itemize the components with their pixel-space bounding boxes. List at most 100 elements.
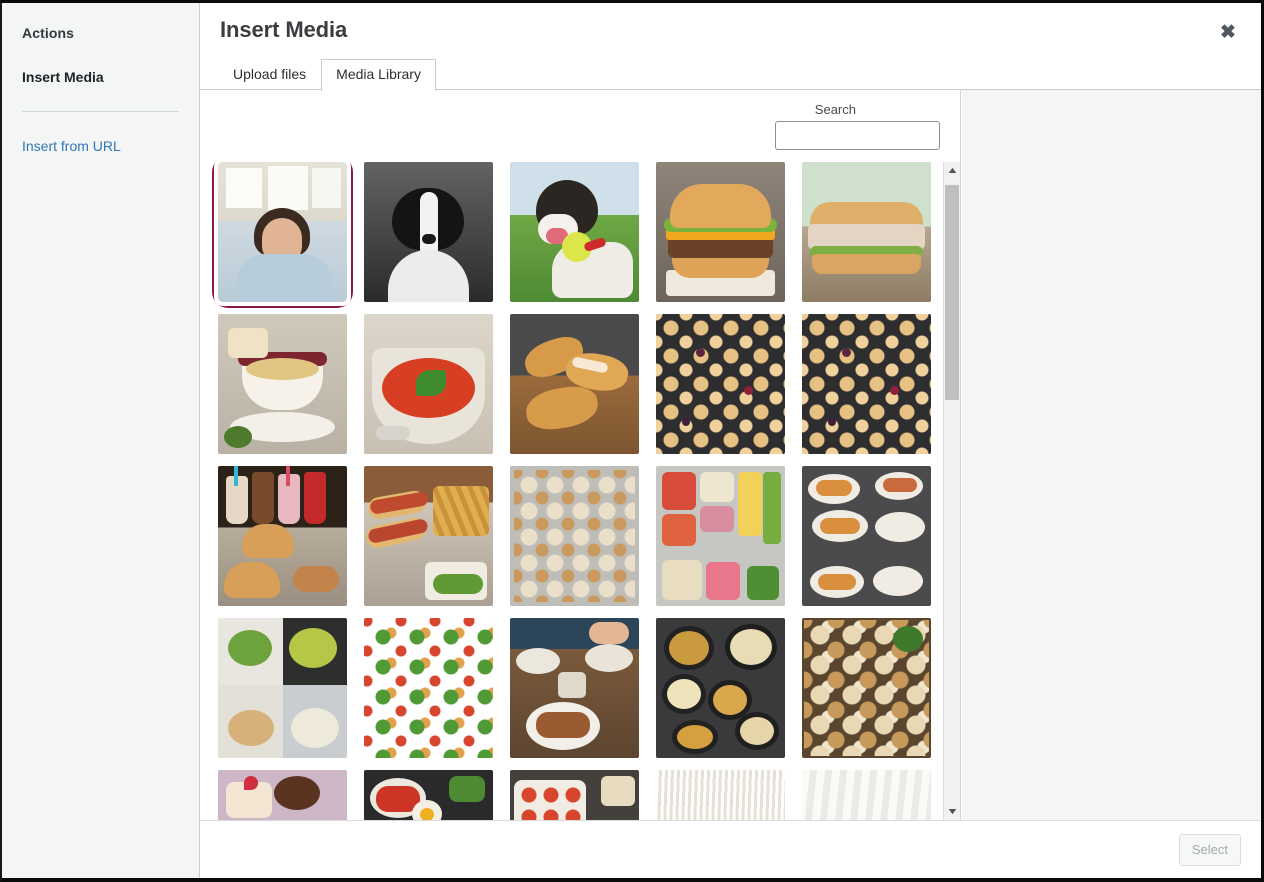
art-part: [662, 560, 702, 600]
media-thumbnail: [802, 314, 931, 454]
art-part: [433, 486, 489, 536]
dessert-cakes-assortment: [218, 770, 347, 820]
media-item[interactable]: [510, 466, 639, 606]
media-thumbnail: [364, 466, 493, 606]
media-item[interactable]: [510, 162, 639, 302]
media-item[interactable]: [218, 618, 347, 758]
media-item[interactable]: [218, 314, 347, 454]
art-part: [725, 624, 777, 670]
art-part: [589, 622, 629, 644]
vegetable-dishes-pattern: [364, 618, 493, 758]
media-item[interactable]: [510, 770, 639, 820]
art-part: [274, 776, 320, 810]
search-area: Search: [200, 90, 960, 162]
media-item[interactable]: [656, 162, 785, 302]
sidebar-item-insert-media[interactable]: Insert Media: [22, 69, 179, 85]
media-item[interactable]: [656, 466, 785, 606]
art-part: [293, 566, 339, 592]
media-item[interactable]: [656, 618, 785, 758]
art-part: [735, 712, 779, 750]
ingredient-trays-overhead: [656, 466, 785, 606]
art-part: [536, 712, 590, 738]
art-part: [672, 256, 769, 278]
art-part: [514, 470, 635, 602]
dog-with-tennis-ball-grass: [510, 162, 639, 302]
insert-media-modal: Insert Media ✖ Upload files Media Librar…: [200, 3, 1261, 878]
scroll-track[interactable]: [944, 179, 960, 803]
media-item[interactable]: [802, 618, 931, 758]
media-item[interactable]: [656, 770, 785, 820]
media-item[interactable]: [802, 770, 931, 820]
media-item[interactable]: [656, 314, 785, 454]
art-part: [416, 370, 446, 396]
media-grid[interactable]: [200, 162, 943, 820]
soup-bowls-overhead: [656, 618, 785, 758]
media-thumbnail: [364, 314, 493, 454]
tab-upload-files[interactable]: Upload files: [218, 59, 321, 91]
art-part: [252, 472, 274, 524]
media-item[interactable]: [802, 466, 931, 606]
media-thumbnail: [802, 162, 931, 302]
salad-plates-collage: [218, 618, 347, 758]
grid-scrollbar[interactable]: [943, 162, 960, 820]
sidebar-link-insert-from-url[interactable]: Insert from URL: [22, 138, 121, 154]
media-item[interactable]: [802, 162, 931, 302]
media-thumbnail: [218, 618, 347, 758]
art-part: [893, 626, 923, 652]
media-item[interactable]: [218, 466, 347, 606]
art-part: [875, 512, 925, 542]
art-part: [236, 254, 333, 302]
media-item[interactable]: [510, 314, 639, 454]
art-part: [873, 566, 923, 596]
art-part: [662, 514, 696, 546]
art-part: [228, 328, 268, 358]
media-item[interactable]: [364, 162, 493, 302]
art-part: [890, 386, 899, 395]
attachment-details-panel: [961, 90, 1261, 820]
art-part: [763, 472, 781, 544]
art-part: [842, 348, 851, 357]
art-part: [601, 776, 635, 806]
art-part: [802, 770, 931, 820]
chevron-up-icon[interactable]: [944, 162, 960, 179]
close-icon[interactable]: ✖: [1213, 17, 1243, 47]
media-item[interactable]: [364, 618, 493, 758]
art-part: [244, 776, 258, 790]
art-part: [747, 566, 779, 600]
art-part: [558, 672, 586, 698]
media-thumbnail: [802, 770, 931, 820]
media-item[interactable]: [510, 618, 639, 758]
media-thumbnail: [656, 314, 785, 454]
black-white-dog-portrait: [364, 162, 493, 302]
grid-wrapper: [200, 162, 960, 820]
tuna-salad-sandwich: [802, 162, 931, 302]
media-item[interactable]: [364, 770, 493, 820]
art-part: [291, 708, 339, 748]
tab-media-library[interactable]: Media Library: [321, 58, 436, 91]
media-item[interactable]: [218, 770, 347, 820]
art-part: [422, 234, 436, 244]
search-input[interactable]: [775, 121, 940, 150]
art-part: [670, 184, 771, 228]
actions-sidebar: Actions Insert Media Insert from URL: [2, 3, 200, 878]
art-part: [696, 348, 705, 357]
media-item-selected[interactable]: [216, 162, 349, 304]
media-item[interactable]: [364, 466, 493, 606]
media-item[interactable]: [802, 314, 931, 454]
media-thumbnail: [656, 770, 785, 820]
select-button[interactable]: Select: [1178, 833, 1241, 866]
art-part: [662, 674, 706, 714]
sidebar-divider: [22, 111, 179, 112]
art-part: [700, 506, 734, 532]
dinner-table-feast: [510, 618, 639, 758]
chevron-down-icon[interactable]: [944, 803, 960, 820]
media-thumbnail: [510, 770, 639, 820]
green-smoothie-jar: [802, 770, 931, 820]
art-part: [818, 574, 856, 590]
media-item[interactable]: [364, 314, 493, 454]
art-part: [585, 644, 633, 672]
scroll-thumb[interactable]: [945, 185, 959, 400]
art-part: [246, 358, 319, 380]
vegetable-meat-platter: [364, 770, 493, 820]
cheeseburger-on-paper: [656, 162, 785, 302]
